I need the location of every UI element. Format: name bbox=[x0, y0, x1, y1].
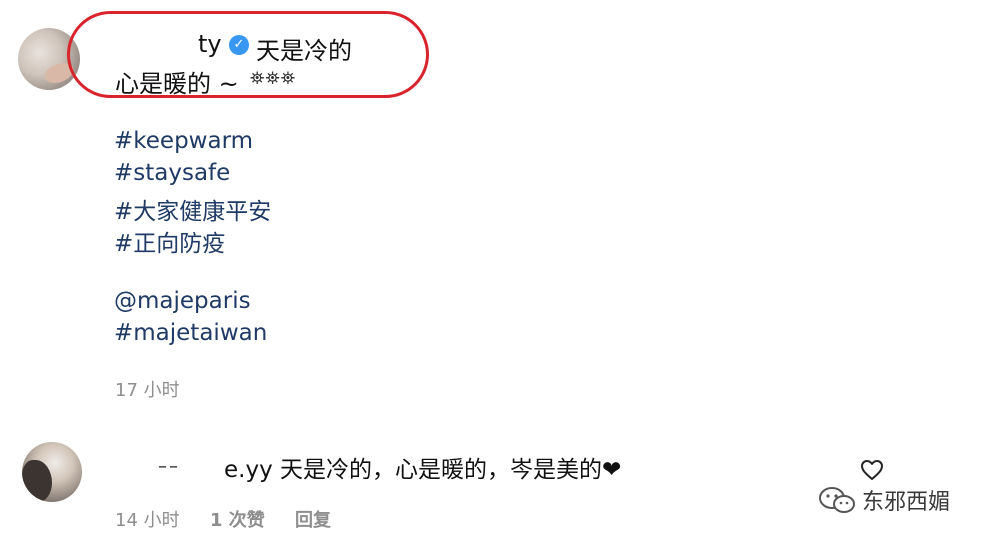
watermark-text: 东邪西媚 bbox=[862, 490, 951, 515]
username[interactable]: ty bbox=[198, 30, 222, 58]
mention-link[interactable]: @majeparis bbox=[114, 288, 251, 314]
heart-icon[interactable] bbox=[860, 458, 884, 482]
hashtag-link[interactable]: #staysafe bbox=[114, 160, 230, 186]
hashtag-link[interactable]: #keepwarm bbox=[114, 128, 253, 154]
watermark: 东邪西媚 bbox=[818, 484, 950, 516]
caption-line-1: 天是冷的 bbox=[256, 37, 352, 65]
caption-line-2: 心是暖的 ~ bbox=[115, 70, 239, 98]
reply-timestamp[interactable]: 14 小时 bbox=[115, 506, 180, 532]
hashtag-link[interactable]: #majetaiwan bbox=[114, 320, 267, 346]
sparkle-emoji-icon: ⛯⛯⛯ bbox=[250, 68, 297, 89]
like-count[interactable]: 1 次赞 bbox=[210, 506, 265, 532]
verified-badge-icon: ✓ bbox=[229, 35, 249, 55]
hashtag-link[interactable]: #正向防疫 bbox=[114, 224, 225, 258]
reply-button[interactable]: 回复 bbox=[295, 506, 331, 532]
post-timestamp[interactable]: 17 小时 bbox=[115, 376, 180, 402]
hashtag-link[interactable]: #大家健康平安 bbox=[114, 192, 271, 226]
avatar[interactable] bbox=[22, 442, 82, 502]
reply-text: e.yy 天是冷的，心是暖的，岑是美的❤ bbox=[224, 457, 622, 483]
wechat-icon bbox=[819, 487, 855, 513]
reply-username-partial[interactable]: –– bbox=[158, 456, 190, 477]
